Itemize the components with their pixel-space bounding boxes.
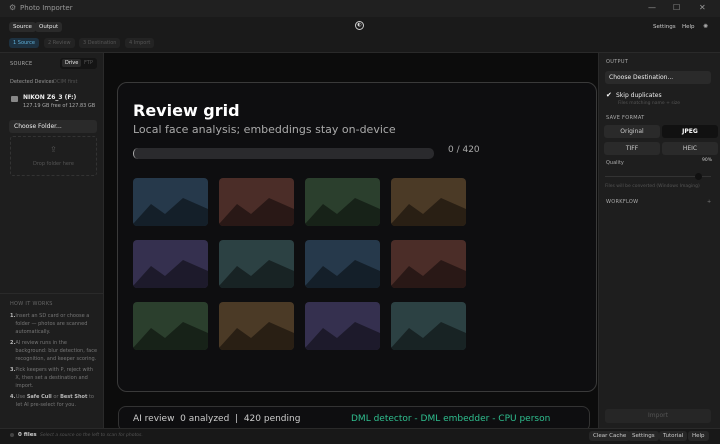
mountain-image-icon <box>133 260 208 288</box>
left-sidebar: SOURCE Drive FTP Detected Devices DCIM f… <box>0 53 104 428</box>
how-steps: 1. Insert an SD card or choose a folder —… <box>10 313 98 408</box>
drive-icon <box>11 96 18 102</box>
photo-thumbnail[interactable] <box>391 240 466 288</box>
progress-bar <box>133 148 434 159</box>
separator: | <box>235 414 239 424</box>
skip-duplicates-checkbox[interactable]: ✔ <box>606 91 612 99</box>
convert-hint: Files will be converted (Windows Imaging… <box>605 184 700 189</box>
progress-text: 0 / 420 <box>448 145 480 155</box>
format-heic[interactable]: HEIC <box>662 142 718 155</box>
app-gear-icon: ⚙ <box>9 3 17 12</box>
mountain-image-icon <box>391 198 466 226</box>
choose-folder-button[interactable]: Choose Folder... <box>9 120 97 133</box>
step-import[interactable]: 4 Import <box>125 38 155 48</box>
drop-label: Drop folder here <box>33 161 74 167</box>
close-icon[interactable]: ✕ <box>699 3 706 12</box>
mountain-image-icon <box>305 260 380 288</box>
choose-destination-button[interactable]: Choose Destination... <box>605 71 711 84</box>
status-dot-icon <box>10 433 14 437</box>
theme-icon[interactable]: ✺ <box>703 23 708 30</box>
photo-thumbnail[interactable] <box>305 240 380 288</box>
photo-thumbnail[interactable] <box>305 302 380 350</box>
dcim-first-label: DCIM first <box>53 79 78 85</box>
source-heading: SOURCE <box>10 61 33 67</box>
settings-link[interactable]: Settings <box>653 24 676 30</box>
workflow-expand-icon[interactable]: + <box>707 199 711 205</box>
tab-source[interactable]: Source <box>9 22 36 32</box>
mountain-image-icon <box>305 322 380 350</box>
step-source[interactable]: 1 Source <box>9 38 39 48</box>
format-jpeg[interactable]: JPEG <box>662 125 718 138</box>
photo-thumbnail[interactable] <box>133 302 208 350</box>
format-tiff[interactable]: TIFF <box>604 142 660 155</box>
device-item[interactable]: NIKON Z6_3 (F:) 127.19 GB free of 127.83… <box>8 93 104 115</box>
photo-thumbnail[interactable] <box>133 240 208 288</box>
photo-thumbnail[interactable] <box>219 240 294 288</box>
mountain-image-icon <box>133 198 208 226</box>
how-it-works-heading: HOW IT WORKS <box>10 301 53 307</box>
mountain-image-icon <box>219 322 294 350</box>
tab-output[interactable]: Output <box>35 22 63 32</box>
step-destination[interactable]: 3 Destination <box>79 38 121 48</box>
quality-value: 90% <box>702 158 713 163</box>
toggle-ftp[interactable]: FTP <box>84 60 93 66</box>
photo-thumbnail[interactable] <box>391 178 466 226</box>
analyzed-count: 0 analyzed <box>180 414 230 424</box>
step-review[interactable]: 2 Review <box>44 38 75 48</box>
drop-zone[interactable]: ⇪ Drop folder here <box>10 136 97 176</box>
mountain-image-icon <box>219 260 294 288</box>
device-space: 127.19 GB free of 127.83 GB <box>23 103 96 109</box>
pending-count: 420 pending <box>243 414 301 424</box>
title-bar: ⚙ Photo Importer — ☐ ✕ <box>0 0 720 17</box>
card-title: Review grid <box>133 101 240 120</box>
mountain-image-icon <box>391 322 466 350</box>
right-panel: OUTPUT Choose Destination... ✔ Skip dupl… <box>598 53 720 428</box>
engine-status: DML detector - DML embedder - CPU person <box>351 414 551 424</box>
photo-thumbnail[interactable] <box>391 302 466 350</box>
output-heading: OUTPUT <box>606 59 629 65</box>
photo-thumbnail[interactable] <box>219 302 294 350</box>
device-name: NIKON Z6_3 (F:) <box>23 94 77 101</box>
format-original[interactable]: Original <box>604 125 660 138</box>
skip-hint: Files matching name + size <box>618 101 681 106</box>
app-title: Photo Importer <box>20 4 73 12</box>
workflow-heading[interactable]: WORKFLOW <box>606 199 638 205</box>
status-hint: Select a source on the left to scan for … <box>40 433 143 438</box>
maximize-icon[interactable]: ☐ <box>673 3 680 12</box>
status-settings-button[interactable]: Settings <box>628 431 659 441</box>
mountain-image-icon <box>133 322 208 350</box>
save-format-heading: SAVE FORMAT <box>606 115 645 121</box>
toggle-drive[interactable]: Drive <box>62 59 82 67</box>
tutorial-button[interactable]: Tutorial <box>659 431 688 441</box>
mountain-image-icon <box>391 260 466 288</box>
mountain-image-icon <box>219 198 294 226</box>
skip-duplicates-label: Skip duplicates <box>616 92 662 99</box>
file-count: 0 files <box>18 432 37 438</box>
card-subtitle: Local face analysis; embeddings stay on-… <box>133 123 396 136</box>
ai-review-label: AI review <box>133 414 175 424</box>
mountain-image-icon <box>305 198 380 226</box>
slider-knob[interactable] <box>695 173 702 180</box>
quality-label: Quality <box>606 160 624 166</box>
import-button[interactable]: Import <box>605 409 711 423</box>
photo-thumbnail[interactable] <box>219 178 294 226</box>
help-link[interactable]: Help <box>682 24 695 30</box>
upload-icon: ⇪ <box>50 145 57 154</box>
photo-thumbnail[interactable] <box>305 178 380 226</box>
clear-cache-button[interactable]: Clear Cache <box>589 431 631 441</box>
quality-slider[interactable] <box>605 173 711 180</box>
detected-devices-label: Detected Devices <box>10 79 55 85</box>
status-help-button[interactable]: Help <box>688 431 709 441</box>
app-logo-icon: ◐ <box>355 21 364 30</box>
review-card: Review grid Local face analysis; embeddi… <box>117 82 597 392</box>
minimize-icon[interactable]: — <box>648 3 656 12</box>
photo-thumbnail[interactable] <box>133 178 208 226</box>
